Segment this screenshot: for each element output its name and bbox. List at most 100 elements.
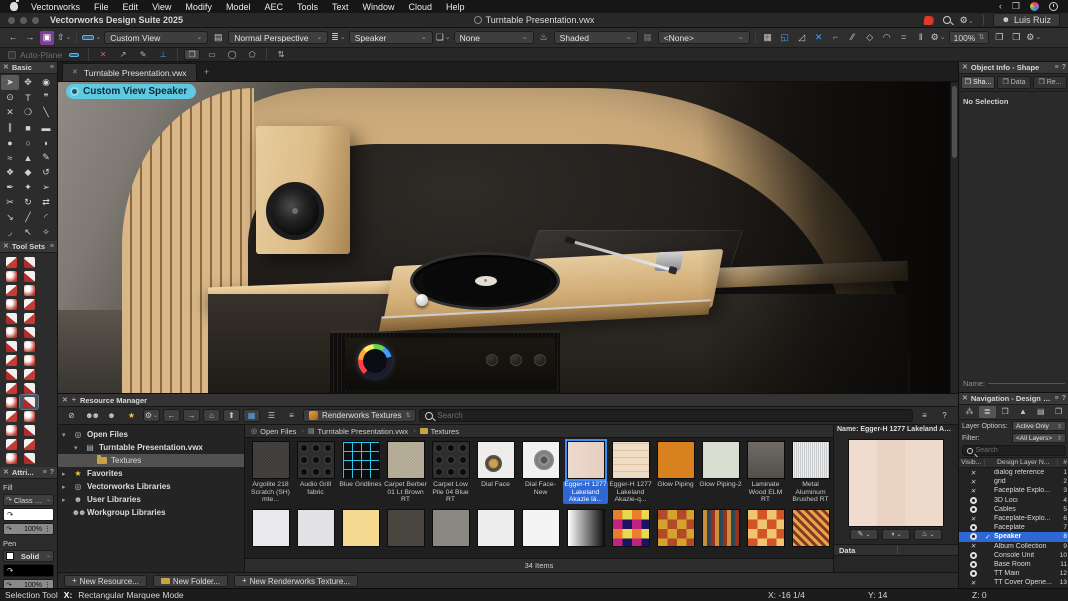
menu-item[interactable]: Edit <box>116 2 146 12</box>
flyover-tool[interactable]: ◉ <box>37 75 55 90</box>
workgroup-icon[interactable] <box>83 409 100 422</box>
menu-item[interactable]: View <box>145 2 178 12</box>
name-column-header[interactable]: Design Layer N... <box>985 459 1057 466</box>
publish-icon[interactable] <box>57 31 71 45</box>
toolset-tool[interactable] <box>20 367 38 381</box>
visibility-column-header[interactable]: Visib... <box>961 459 985 466</box>
menu-item[interactable]: Text <box>325 2 356 12</box>
texture-item[interactable] <box>743 507 788 547</box>
texture-glow-piping-2[interactable]: Glow Piping-2 <box>698 441 743 504</box>
menu-item[interactable]: Window <box>356 2 402 12</box>
interactive-mode-icon[interactable] <box>135 49 151 60</box>
menu-icon[interactable] <box>50 243 54 250</box>
visibility-toggle[interactable]: ✕ <box>961 552 985 559</box>
siri-icon[interactable] <box>1030 2 1039 11</box>
home-icon[interactable] <box>203 409 220 422</box>
toolset-tool[interactable] <box>20 437 38 451</box>
unified-view-icon[interactable] <box>82 31 101 45</box>
texture-carpet-low-pile[interactable]: Carpet Low Pile 04 Blue RT <box>428 441 473 504</box>
polyline-tool[interactable]: ✎ <box>37 150 55 165</box>
arc-tool[interactable]: ◗ <box>37 135 55 150</box>
tree-textures[interactable]: Textures <box>58 454 244 467</box>
tree-document[interactable]: Turntable Presentation.vwx <box>58 441 244 454</box>
zoom-window-button[interactable] <box>32 17 39 24</box>
texture-item[interactable] <box>293 507 338 547</box>
apple-logo[interactable] <box>10 2 18 11</box>
toolset-tool[interactable] <box>2 325 20 339</box>
snap-angle-icon[interactable] <box>795 31 809 45</box>
toolset-tool[interactable] <box>2 381 20 395</box>
apply-texture-button[interactable] <box>850 529 878 540</box>
Console Unit[interactable]: ✕ ✓ Console Unit 10 <box>959 551 1068 560</box>
disclosure-icon[interactable] <box>62 496 69 504</box>
tab-viewports[interactable] <box>1014 406 1031 418</box>
texture-argolite[interactable]: Argolite 218 Scratch (SH) mte... <box>248 441 293 504</box>
new-tab-button[interactable] <box>197 63 217 81</box>
oval-marquee-icon[interactable] <box>224 49 240 60</box>
rotate-tool[interactable]: ↻ <box>19 195 37 210</box>
help-icon[interactable] <box>1062 64 1066 71</box>
disclosure-icon[interactable] <box>62 470 69 478</box>
document-tab[interactable]: Turntable Presentation.vwx <box>62 63 197 81</box>
dialog reference[interactable]: ✕ ✓ dialog reference 1 <box>959 468 1068 477</box>
snap-settings-icon[interactable] <box>931 31 946 45</box>
toolset-tool[interactable] <box>20 255 38 269</box>
classes-icon[interactable] <box>436 31 451 45</box>
visibility-toggle[interactable]: ✕ <box>961 579 985 587</box>
projection-dropdown[interactable]: Normal Perspective <box>228 31 328 44</box>
zoom-level-field[interactable]: 100% <box>949 31 990 44</box>
menu-item[interactable]: Tools <box>290 2 325 12</box>
disclosure-icon[interactable] <box>74 444 81 452</box>
preview-data-header[interactable]: Data <box>834 544 958 556</box>
toolset-tool[interactable] <box>2 255 20 269</box>
Base Room[interactable]: ✕ ✓ Base Room 11 <box>959 560 1068 569</box>
tab-render[interactable]: Re... <box>1033 76 1067 89</box>
polygon-tool[interactable]: ▲ <box>19 150 37 165</box>
locus-tool[interactable]: ✕ <box>1 105 19 120</box>
double-line-tool[interactable]: ∥ <box>1 120 19 135</box>
texture-dial-face[interactable]: Dial Face <box>473 441 518 504</box>
clock-icon[interactable] <box>1049 2 1058 11</box>
freehand-tool[interactable]: ≈ <box>1 150 19 165</box>
visibility-toggle[interactable]: ✕ <box>961 524 985 531</box>
Cables[interactable]: ✕ ✓ Cables 5 <box>959 505 1068 514</box>
fillet-tool[interactable]: ◜ <box>37 210 55 225</box>
disclosure-icon[interactable] <box>62 431 69 439</box>
Album Collection[interactable]: ✕ ✓ Album Collection 9 <box>959 542 1068 551</box>
rectangle-tool[interactable]: ■ <box>19 120 37 135</box>
texture-item[interactable] <box>248 507 293 547</box>
texture-laminate-elm[interactable]: Laminate Wood ELM RT <box>743 441 788 504</box>
new-texture-button[interactable]: New Renderworks Texture... <box>234 575 358 587</box>
axes-mode-icon[interactable] <box>155 49 171 60</box>
toolset-tool[interactable] <box>20 409 38 423</box>
workspace-gear-icon[interactable] <box>1026 31 1041 45</box>
menu-item[interactable]: Model <box>219 2 258 12</box>
line-tool[interactable]: ╲ <box>37 105 55 120</box>
TT Cover Opene...[interactable]: ✕ ✓ TT Cover Opene... 13 <box>959 578 1068 587</box>
grid[interactable]: ✕ ✓ grid 2 <box>959 477 1068 486</box>
snap-point-icon[interactable] <box>812 31 826 45</box>
close-icon[interactable] <box>962 64 968 71</box>
tree-workgroup-libraries[interactable]: Workgroup Libraries <box>58 506 244 519</box>
resize-tool[interactable]: ↖ <box>19 225 37 240</box>
offset-tool[interactable]: ╱ <box>19 210 37 225</box>
dock-icon[interactable] <box>72 397 76 404</box>
screen-mirroring-icon[interactable] <box>1012 2 1020 11</box>
user-folder-icon[interactable] <box>103 409 120 422</box>
clip-tool[interactable]: ✂ <box>1 195 19 210</box>
toolset-tool[interactable] <box>2 423 20 437</box>
snap-object-icon[interactable] <box>778 31 792 45</box>
pan-tool[interactable]: ✥ <box>19 75 37 90</box>
sphere-tool[interactable]: ❍ <box>19 105 37 120</box>
toolset-tool[interactable] <box>2 437 20 451</box>
name-field[interactable] <box>988 383 1065 384</box>
multi-view-icon[interactable] <box>1009 31 1023 45</box>
menu-item[interactable]: File <box>87 2 116 12</box>
menu-icon[interactable] <box>43 469 47 476</box>
forward-icon[interactable] <box>183 409 200 422</box>
interactive-scaling-icon[interactable] <box>184 49 200 60</box>
view-dropdown[interactable]: Custom View <box>104 31 208 44</box>
search-icon[interactable] <box>943 16 951 24</box>
texture-egger-lakeland[interactable]: Egger-H 1277 Lakeland Akazie lä... <box>563 441 608 504</box>
pen-tool[interactable]: ✒ <box>1 180 19 195</box>
